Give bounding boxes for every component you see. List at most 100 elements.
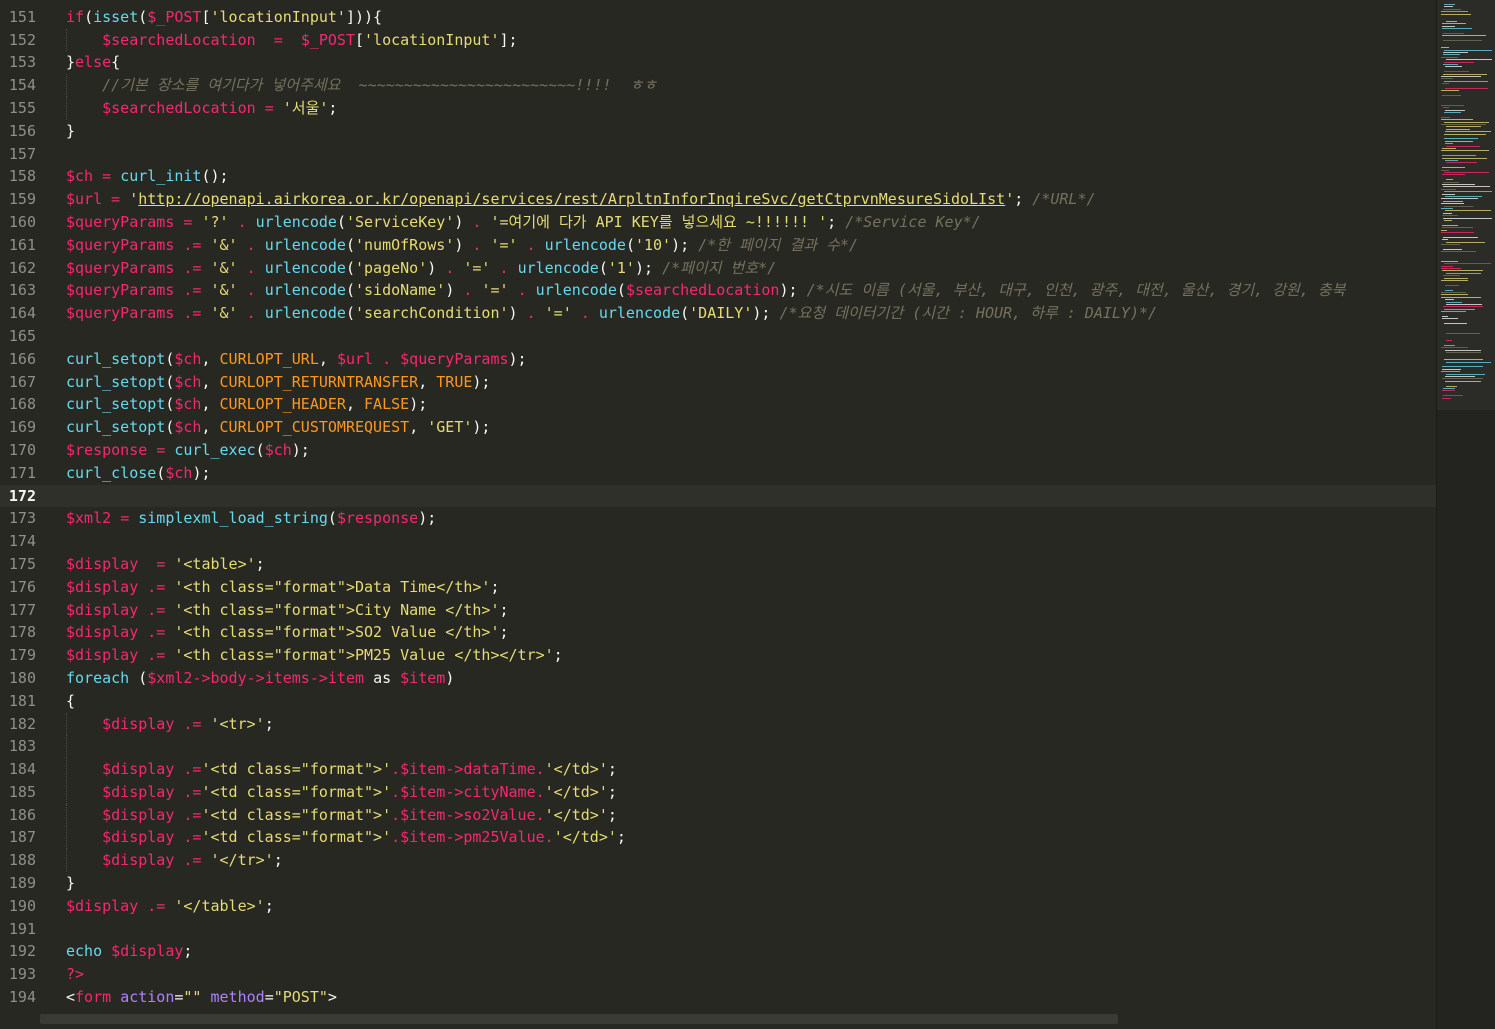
line-content[interactable]: $url = 'http://openapi.airkorea.or.kr/op…: [66, 188, 1096, 211]
code-line[interactable]: 155 $searchedLocation = '서울';: [0, 96, 1436, 120]
line-content[interactable]: $queryParams .= '&' . urlencode('sidoNam…: [66, 279, 1345, 302]
line-content[interactable]: $display = '<table>';: [66, 553, 265, 576]
horizontal-scrollbar[interactable]: [40, 1014, 1118, 1024]
code-line[interactable]: 152 $searchedLocation = $_POST['location…: [0, 28, 1436, 52]
code-line[interactable]: 162 $queryParams .= '&' . urlencode('page…: [0, 257, 1436, 280]
code-lines[interactable]: 150151if(isset($_POST['locationInput']))…: [0, 0, 1436, 1009]
line-content[interactable]: if(isset($_POST['locationInput'])){: [66, 6, 382, 29]
code-line[interactable]: 160 $queryParams = '?' . urlencode('Servi…: [0, 211, 1436, 234]
line-content[interactable]: $display .= '<tr>';: [66, 713, 274, 736]
minimap-line: [1444, 61, 1474, 63]
line-content[interactable]: }: [66, 120, 75, 143]
code-line[interactable]: 182 $display .= '<tr>';: [0, 712, 1436, 736]
code-line[interactable]: 153}else{: [0, 51, 1436, 74]
minimap[interactable]: [1436, 0, 1495, 1029]
line-content[interactable]: $display .= '<th class="format">SO2 Valu…: [66, 621, 509, 644]
line-content[interactable]: {: [66, 690, 75, 713]
line-content[interactable]: $queryParams .= '&' . urlencode('pageNo'…: [66, 257, 776, 280]
line-content[interactable]: $display .='<td class="format">'.$item->…: [66, 804, 617, 827]
line-content[interactable]: }: [66, 872, 75, 895]
line-content[interactable]: curl_setopt($ch, CURLOPT_URL, $url . $qu…: [66, 348, 527, 371]
code-line[interactable]: 171 curl_close($ch);: [0, 462, 1436, 485]
line-content[interactable]: $display .= '<th class="format">Data Tim…: [66, 576, 499, 599]
line-content[interactable]: $searchedLocation = $_POST['locationInpu…: [66, 29, 517, 52]
code-line[interactable]: 170 $response = curl_exec($ch);: [0, 439, 1436, 462]
line-content[interactable]: }else{: [66, 51, 120, 74]
minimap-line: [1443, 107, 1449, 109]
code-line[interactable]: 175 $display = '<table>';: [0, 553, 1436, 576]
minimap-line: [1442, 23, 1466, 25]
code-line[interactable]: 184 $display .='<td class="format">'.$it…: [0, 758, 1436, 781]
line-content[interactable]: $display .= '<th class="format">City Nam…: [66, 599, 509, 622]
line-content[interactable]: ?>: [66, 963, 84, 986]
code-line[interactable]: 176 $display .= '<th class="format">Data …: [0, 576, 1436, 599]
code-line[interactable]: 172: [0, 484, 1436, 508]
code-line[interactable]: 163 $queryParams .= '&' . urlencode('sido…: [0, 279, 1436, 302]
line-content[interactable]: $display .='<td class="format">'.$item->…: [66, 758, 617, 781]
line-content[interactable]: $display .= '<th class="format">PM25 Val…: [66, 644, 563, 667]
code-line[interactable]: 168 curl_setopt($ch, CURLOPT_HEADER, FALS…: [0, 393, 1436, 416]
minimap-line: [1441, 104, 1464, 106]
code-line[interactable]: 190 $display .= '</table>';: [0, 895, 1436, 918]
line-content[interactable]: $queryParams .= '&' . urlencode('searchC…: [66, 302, 1157, 325]
line-content[interactable]: <form action="" method="POST">: [66, 986, 337, 1009]
minimap-line: [1446, 20, 1457, 22]
line-content[interactable]: $searchedLocation = '서울';: [66, 97, 337, 120]
code-line[interactable]: 192 echo $display;: [0, 940, 1436, 963]
code-line[interactable]: 187 $display .='<td class="format">'.$it…: [0, 826, 1436, 850]
code-line[interactable]: 180 foreach ($xml2->body->items->item as …: [0, 667, 1436, 690]
code-line[interactable]: 179 $display .= '<th class="format">PM25 …: [0, 644, 1436, 667]
line-content[interactable]: $display .= '</table>';: [66, 895, 274, 918]
minimap-line: [1443, 73, 1487, 75]
code-line[interactable]: 156}: [0, 120, 1436, 143]
line-content[interactable]: $response = curl_exec($ch);: [66, 439, 310, 462]
code-line[interactable]: 154 //기본 장소를 여기다가 넣어주세요 ~~~~~~~~~~~~~~~~…: [0, 74, 1436, 97]
minimap-line: [1444, 80, 1488, 82]
code-editor[interactable]: 150151if(isset($_POST['locationInput']))…: [0, 0, 1436, 1029]
code-line[interactable]: 183: [0, 735, 1436, 759]
code-line[interactable]: 161 $queryParams .= '&' . urlencode('numO…: [0, 234, 1436, 257]
line-content[interactable]: curl_setopt($ch, CURLOPT_RETURNTRANSFER,…: [66, 371, 490, 394]
code-line[interactable]: 164 $queryParams .= '&' . urlencode('sear…: [0, 302, 1436, 325]
code-line[interactable]: 169 curl_setopt($ch, CURLOPT_CUSTOMREQUES…: [0, 416, 1436, 439]
code-line[interactable]: 165: [0, 325, 1436, 348]
line-content[interactable]: curl_setopt($ch, CURLOPT_CUSTOMREQUEST, …: [66, 416, 490, 439]
line-content[interactable]: //기본 장소를 여기다가 넣어주세요 ~~~~~~~~~~~~~~~~~~~~…: [66, 74, 657, 97]
code-line[interactable]: 151 if(isset($_POST['locationInput'])){: [0, 6, 1436, 29]
code-line[interactable]: 158 $ch = curl_init();: [0, 165, 1436, 188]
minimap-line: [1445, 289, 1453, 291]
line-content[interactable]: $queryParams = '?' . urlencode('ServiceK…: [66, 211, 981, 234]
line-content[interactable]: $display .='<td class="format">'.$item->…: [66, 781, 617, 804]
code-line[interactable]: 166 curl_setopt($ch, CURLOPT_URL, $url . …: [0, 348, 1436, 371]
code-line[interactable]: 193 ?>: [0, 963, 1436, 986]
code-line[interactable]: 157: [0, 143, 1436, 166]
code-line[interactable]: 181 {: [0, 690, 1436, 713]
line-content[interactable]: echo $display;: [66, 940, 192, 963]
code-line[interactable]: 159 $url = 'http://openapi.airkorea.or.kr…: [0, 188, 1436, 211]
minimap-line: [1441, 260, 1458, 262]
line-content[interactable]: $display .='<td class="format">'.$item->…: [66, 826, 626, 849]
code-line[interactable]: 194 <form action="" method="POST">: [0, 986, 1436, 1009]
code-line[interactable]: 189}: [0, 872, 1436, 895]
code-line[interactable]: 191: [0, 918, 1436, 941]
minimap-line: [1444, 4, 1455, 5]
line-content[interactable]: $ch = curl_init();: [66, 165, 229, 188]
line-content[interactable]: foreach ($xml2->body->items->item as $it…: [66, 667, 454, 690]
line-content[interactable]: $xml2 = simplexml_load_string($response)…: [66, 507, 436, 530]
code-line[interactable]: 174: [0, 530, 1436, 553]
line-content[interactable]: $display .= '</tr>';: [66, 849, 283, 872]
code-line[interactable]: 173 $xml2 = simplexml_load_string($respon…: [0, 507, 1436, 530]
code-line[interactable]: 188 $display .= '</tr>';: [0, 849, 1436, 873]
code-line[interactable]: 177 $display .= '<th class="format">City …: [0, 599, 1436, 622]
minimap-line: [1443, 181, 1459, 183]
minimap-line: [1442, 95, 1461, 97]
line-content[interactable]: curl_close($ch);: [66, 462, 211, 485]
code-line[interactable]: 178 $display .= '<th class="format">SO2 V…: [0, 621, 1436, 644]
line-content[interactable]: $queryParams .= '&' . urlencode('numOfRo…: [66, 234, 858, 257]
code-line[interactable]: 186 $display .='<td class="format">'.$it…: [0, 803, 1436, 827]
minimap-line: [1441, 169, 1449, 171]
code-line[interactable]: 167 curl_setopt($ch, CURLOPT_RETURNTRANSF…: [0, 371, 1436, 394]
code-line[interactable]: 185 $display .='<td class="format">'.$it…: [0, 780, 1436, 804]
line-content[interactable]: curl_setopt($ch, CURLOPT_HEADER, FALSE);: [66, 393, 427, 416]
line-number: 154: [8, 76, 36, 95]
